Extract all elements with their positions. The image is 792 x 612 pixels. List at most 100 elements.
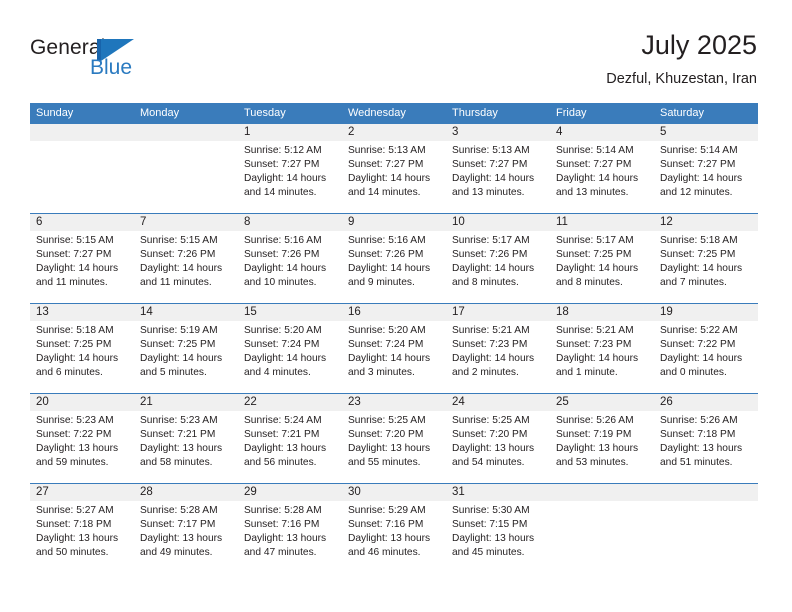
- day-cell[interactable]: 22 Sunrise: 5:24 AM Sunset: 7:21 PM Dayl…: [238, 394, 342, 483]
- day-details: Sunrise: 5:15 AM Sunset: 7:26 PM Dayligh…: [134, 231, 238, 290]
- day-cell[interactable]: 18 Sunrise: 5:21 AM Sunset: 7:23 PM Dayl…: [550, 304, 654, 393]
- daylight-text-line1: Daylight: 14 hours: [348, 353, 431, 365]
- daylight-text-line1: Daylight: 14 hours: [452, 173, 535, 185]
- daylight-text-line1: Daylight: 14 hours: [452, 353, 535, 365]
- day-number: 21: [134, 394, 238, 411]
- day-number: 1: [238, 124, 342, 141]
- week-row: 20 Sunrise: 5:23 AM Sunset: 7:22 PM Dayl…: [30, 393, 758, 483]
- sunrise-text: Sunrise: 5:17 AM: [556, 235, 634, 246]
- daylight-text-line1: Daylight: 13 hours: [452, 443, 535, 455]
- day-number: 23: [342, 394, 446, 411]
- day-number: [134, 124, 238, 141]
- day-cell[interactable]: [550, 484, 654, 573]
- sunrise-text: Sunrise: 5:29 AM: [348, 505, 426, 516]
- day-cell[interactable]: 31 Sunrise: 5:30 AM Sunset: 7:15 PM Dayl…: [446, 484, 550, 573]
- daylight-text-line1: Daylight: 13 hours: [660, 443, 743, 455]
- daylight-text-line2: and 53 minutes.: [556, 457, 629, 469]
- day-number: 5: [654, 124, 758, 141]
- day-cell[interactable]: 1 Sunrise: 5:12 AM Sunset: 7:27 PM Dayli…: [238, 124, 342, 213]
- day-cell[interactable]: 29 Sunrise: 5:28 AM Sunset: 7:16 PM Dayl…: [238, 484, 342, 573]
- title-block: July 2025 Dezful, Khuzestan, Iran: [606, 28, 757, 90]
- sunrise-text: Sunrise: 5:14 AM: [556, 145, 634, 156]
- daylight-text-line1: Daylight: 14 hours: [556, 353, 639, 365]
- day-cell[interactable]: 8 Sunrise: 5:16 AM Sunset: 7:26 PM Dayli…: [238, 214, 342, 303]
- daylight-text-line2: and 13 minutes.: [452, 187, 525, 199]
- general-blue-logo[interactable]: General Blue: [30, 36, 160, 92]
- day-cell[interactable]: 28 Sunrise: 5:28 AM Sunset: 7:17 PM Dayl…: [134, 484, 238, 573]
- day-cell[interactable]: 9 Sunrise: 5:16 AM Sunset: 7:26 PM Dayli…: [342, 214, 446, 303]
- sunset-text: Sunset: 7:16 PM: [348, 519, 424, 531]
- day-cell[interactable]: 10 Sunrise: 5:17 AM Sunset: 7:26 PM Dayl…: [446, 214, 550, 303]
- day-cell[interactable]: 26 Sunrise: 5:26 AM Sunset: 7:18 PM Dayl…: [654, 394, 758, 483]
- sunrise-text: Sunrise: 5:20 AM: [244, 325, 322, 336]
- sunset-text: Sunset: 7:27 PM: [348, 159, 424, 171]
- daylight-text-line2: and 8 minutes.: [452, 277, 519, 289]
- day-cell[interactable]: 11 Sunrise: 5:17 AM Sunset: 7:25 PM Dayl…: [550, 214, 654, 303]
- day-cell[interactable]: 24 Sunrise: 5:25 AM Sunset: 7:20 PM Dayl…: [446, 394, 550, 483]
- day-details: Sunrise: 5:23 AM Sunset: 7:22 PM Dayligh…: [30, 411, 134, 470]
- day-cell[interactable]: 7 Sunrise: 5:15 AM Sunset: 7:26 PM Dayli…: [134, 214, 238, 303]
- day-cell[interactable]: [30, 124, 134, 213]
- sunrise-text: Sunrise: 5:23 AM: [36, 415, 114, 426]
- daylight-text-line2: and 10 minutes.: [244, 277, 317, 289]
- sunrise-text: Sunrise: 5:28 AM: [244, 505, 322, 516]
- day-cell[interactable]: 5 Sunrise: 5:14 AM Sunset: 7:27 PM Dayli…: [654, 124, 758, 213]
- day-cell[interactable]: 20 Sunrise: 5:23 AM Sunset: 7:22 PM Dayl…: [30, 394, 134, 483]
- daylight-text-line1: Daylight: 14 hours: [140, 263, 223, 275]
- day-number: 16: [342, 304, 446, 321]
- daylight-text-line2: and 12 minutes.: [660, 187, 733, 199]
- daylight-text-line1: Daylight: 13 hours: [452, 533, 535, 545]
- day-cell[interactable]: 6 Sunrise: 5:15 AM Sunset: 7:27 PM Dayli…: [30, 214, 134, 303]
- day-cell[interactable]: [654, 484, 758, 573]
- day-details: [550, 501, 654, 504]
- day-cell[interactable]: 14 Sunrise: 5:19 AM Sunset: 7:25 PM Dayl…: [134, 304, 238, 393]
- sunrise-text: Sunrise: 5:28 AM: [140, 505, 218, 516]
- day-number: 24: [446, 394, 550, 411]
- day-cell[interactable]: 30 Sunrise: 5:29 AM Sunset: 7:16 PM Dayl…: [342, 484, 446, 573]
- day-details: Sunrise: 5:27 AM Sunset: 7:18 PM Dayligh…: [30, 501, 134, 560]
- sunrise-text: Sunrise: 5:23 AM: [140, 415, 218, 426]
- day-cell[interactable]: 4 Sunrise: 5:14 AM Sunset: 7:27 PM Dayli…: [550, 124, 654, 213]
- sunrise-text: Sunrise: 5:24 AM: [244, 415, 322, 426]
- day-details: Sunrise: 5:17 AM Sunset: 7:26 PM Dayligh…: [446, 231, 550, 290]
- sunset-text: Sunset: 7:25 PM: [660, 249, 736, 261]
- day-number: 3: [446, 124, 550, 141]
- day-cell[interactable]: 15 Sunrise: 5:20 AM Sunset: 7:24 PM Dayl…: [238, 304, 342, 393]
- sunset-text: Sunset: 7:21 PM: [244, 429, 320, 441]
- day-number: 27: [30, 484, 134, 501]
- day-cell[interactable]: 3 Sunrise: 5:13 AM Sunset: 7:27 PM Dayli…: [446, 124, 550, 213]
- daylight-text-line1: Daylight: 14 hours: [244, 263, 327, 275]
- daylight-text-line2: and 56 minutes.: [244, 457, 317, 469]
- day-cell[interactable]: 23 Sunrise: 5:25 AM Sunset: 7:20 PM Dayl…: [342, 394, 446, 483]
- daylight-text-line1: Daylight: 14 hours: [660, 263, 743, 275]
- day-cell[interactable]: 27 Sunrise: 5:27 AM Sunset: 7:18 PM Dayl…: [30, 484, 134, 573]
- sunset-text: Sunset: 7:25 PM: [556, 249, 632, 261]
- day-cell[interactable]: 21 Sunrise: 5:23 AM Sunset: 7:21 PM Dayl…: [134, 394, 238, 483]
- calendar-page: General Blue July 2025 Dezful, Khuzestan…: [0, 0, 792, 612]
- daylight-text-line2: and 14 minutes.: [244, 187, 317, 199]
- day-number: 15: [238, 304, 342, 321]
- daylight-text-line2: and 7 minutes.: [660, 277, 727, 289]
- sunset-text: Sunset: 7:24 PM: [348, 339, 424, 351]
- sunrise-text: Sunrise: 5:14 AM: [660, 145, 738, 156]
- day-cell[interactable]: [134, 124, 238, 213]
- daylight-text-line1: Daylight: 14 hours: [452, 263, 535, 275]
- day-number: 28: [134, 484, 238, 501]
- day-cell[interactable]: 13 Sunrise: 5:18 AM Sunset: 7:25 PM Dayl…: [30, 304, 134, 393]
- sunset-text: Sunset: 7:25 PM: [140, 339, 216, 351]
- daylight-text-line1: Daylight: 14 hours: [244, 353, 327, 365]
- day-cell[interactable]: 2 Sunrise: 5:13 AM Sunset: 7:27 PM Dayli…: [342, 124, 446, 213]
- day-number: 7: [134, 214, 238, 231]
- day-cell[interactable]: 17 Sunrise: 5:21 AM Sunset: 7:23 PM Dayl…: [446, 304, 550, 393]
- day-details: Sunrise: 5:12 AM Sunset: 7:27 PM Dayligh…: [238, 141, 342, 200]
- daylight-text-line2: and 4 minutes.: [244, 367, 311, 379]
- sunset-text: Sunset: 7:24 PM: [244, 339, 320, 351]
- day-cell[interactable]: 19 Sunrise: 5:22 AM Sunset: 7:22 PM Dayl…: [654, 304, 758, 393]
- daylight-text-line2: and 47 minutes.: [244, 547, 317, 559]
- day-number: [30, 124, 134, 141]
- day-cell[interactable]: 12 Sunrise: 5:18 AM Sunset: 7:25 PM Dayl…: [654, 214, 758, 303]
- daylight-text-line2: and 55 minutes.: [348, 457, 421, 469]
- day-cell[interactable]: 16 Sunrise: 5:20 AM Sunset: 7:24 PM Dayl…: [342, 304, 446, 393]
- day-number: 2: [342, 124, 446, 141]
- day-cell[interactable]: 25 Sunrise: 5:26 AM Sunset: 7:19 PM Dayl…: [550, 394, 654, 483]
